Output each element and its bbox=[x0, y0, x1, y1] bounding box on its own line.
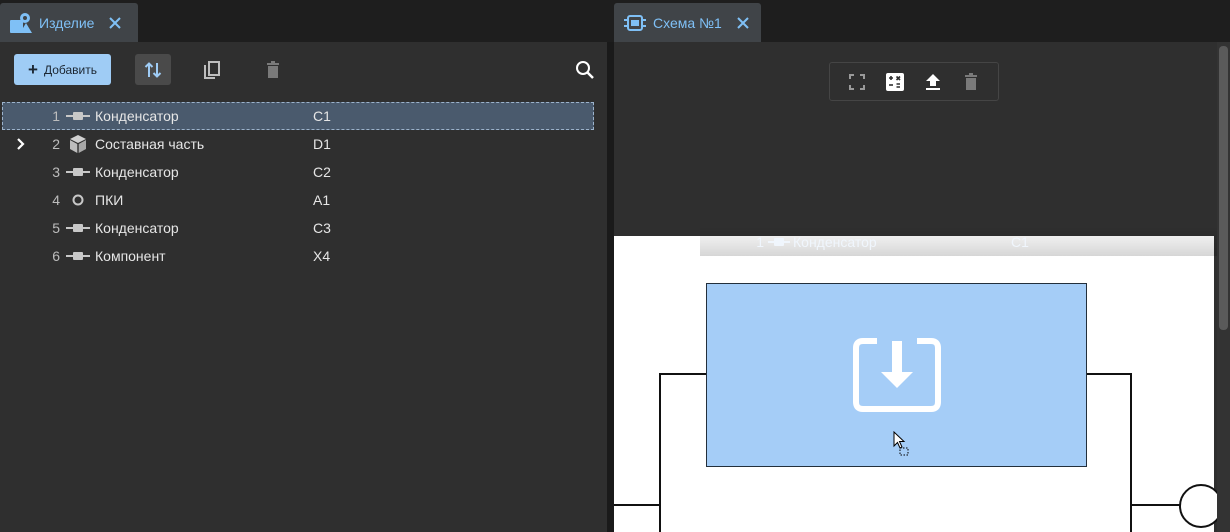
plus-icon: + bbox=[28, 60, 38, 79]
row-number: 1 bbox=[52, 108, 60, 124]
wire bbox=[1130, 373, 1132, 532]
cube-icon bbox=[66, 134, 90, 154]
tree-row[interactable]: 1 Конденсатор C1 bbox=[2, 102, 594, 130]
drop-download-icon bbox=[853, 338, 941, 412]
calculate-button[interactable] bbox=[882, 69, 908, 95]
tree-row[interactable]: 3 Конденсатор C2 bbox=[0, 158, 607, 186]
calculator-icon bbox=[886, 72, 904, 91]
chevron-right-icon[interactable] bbox=[14, 137, 28, 151]
row-name: Конденсатор bbox=[95, 164, 179, 180]
row-code: C1 bbox=[1011, 234, 1029, 250]
capacitor-icon bbox=[66, 218, 90, 238]
row-code: C3 bbox=[313, 220, 331, 236]
scheme-panel: 1 Конденсатор C1 bbox=[614, 42, 1230, 532]
row-number: 5 bbox=[52, 220, 60, 236]
row-code: D1 bbox=[313, 136, 331, 152]
capacitor-icon bbox=[66, 246, 90, 266]
wire bbox=[614, 504, 661, 506]
product-tree: 1 Конденсатор C1 2 Составная часть D1 3 … bbox=[0, 102, 607, 270]
tree-row[interactable]: 2 Составная часть D1 bbox=[0, 130, 607, 158]
row-name: Составная часть bbox=[95, 136, 205, 152]
tab-label: Схема №1 bbox=[653, 14, 722, 31]
row-name: ПКИ bbox=[95, 192, 124, 208]
tree-row[interactable]: 4 ПКИ A1 bbox=[0, 186, 607, 214]
capacitor-icon bbox=[66, 106, 90, 126]
tree-row[interactable]: 6 Компонент X4 bbox=[0, 242, 607, 270]
tree-row[interactable]: 5 Конденсатор C3 bbox=[0, 214, 607, 242]
wire bbox=[1130, 504, 1180, 506]
fit-screen-button[interactable] bbox=[844, 69, 870, 95]
scrollbar-thumb[interactable] bbox=[1219, 46, 1228, 330]
upload-button[interactable] bbox=[920, 69, 946, 95]
row-code: C2 bbox=[313, 164, 331, 180]
close-icon[interactable] bbox=[734, 14, 752, 32]
copy-button[interactable] bbox=[194, 54, 230, 85]
add-button[interactable]: + Добавить bbox=[14, 54, 111, 85]
copy-icon bbox=[204, 60, 220, 79]
row-name: Конденсатор bbox=[95, 220, 179, 236]
sort-arrows-icon bbox=[144, 61, 162, 78]
vertical-scrollbar[interactable] bbox=[1217, 42, 1230, 532]
row-name: Компонент bbox=[95, 248, 166, 264]
row-number: 3 bbox=[52, 164, 60, 180]
row-code: C1 bbox=[313, 108, 331, 124]
product-panel: + Добавить 1 Конденсатор C1 2 Составная … bbox=[0, 42, 607, 532]
wire bbox=[659, 373, 706, 375]
search-icon bbox=[576, 61, 594, 79]
capacitor-icon bbox=[66, 162, 90, 182]
delete-button[interactable] bbox=[255, 54, 291, 85]
trash-icon bbox=[965, 72, 977, 90]
add-button-label: Добавить bbox=[43, 62, 97, 77]
search-button[interactable] bbox=[571, 56, 599, 84]
tab-scheme[interactable]: Схема №1 bbox=[614, 3, 761, 42]
product-structure-icon bbox=[8, 10, 34, 36]
trash-icon bbox=[267, 60, 279, 78]
drag-cursor-icon bbox=[893, 431, 909, 456]
wire bbox=[1087, 373, 1132, 375]
circle-icon bbox=[66, 190, 90, 210]
drag-ghost-row: 1 Конденсатор C1 bbox=[700, 228, 1230, 256]
row-code: A1 bbox=[313, 192, 331, 208]
product-toolbar: + Добавить bbox=[0, 54, 607, 86]
wire bbox=[659, 373, 661, 532]
upload-icon bbox=[926, 73, 940, 90]
fullscreen-icon bbox=[849, 73, 865, 90]
row-number: 6 bbox=[52, 248, 60, 264]
row-number: 2 bbox=[52, 136, 60, 152]
scheme-toolbar bbox=[829, 62, 999, 101]
panel-splitter[interactable] bbox=[607, 42, 614, 532]
scheme-icon bbox=[622, 10, 648, 36]
capacitor-icon bbox=[768, 235, 790, 249]
close-icon[interactable] bbox=[106, 14, 124, 32]
tab-strip: Изделие Схема №1 bbox=[0, 0, 1230, 42]
scheme-canvas[interactable] bbox=[614, 236, 1223, 532]
tab-label: Изделие bbox=[39, 14, 95, 31]
row-code: X4 bbox=[313, 248, 331, 264]
row-name: Конденсатор bbox=[793, 234, 877, 250]
row-number: 4 bbox=[52, 192, 60, 208]
row-number: 1 bbox=[756, 234, 764, 250]
sort-button[interactable] bbox=[135, 54, 171, 85]
tab-product[interactable]: Изделие bbox=[0, 3, 138, 42]
row-name: Конденсатор bbox=[95, 108, 179, 124]
delete-button[interactable] bbox=[958, 69, 984, 95]
